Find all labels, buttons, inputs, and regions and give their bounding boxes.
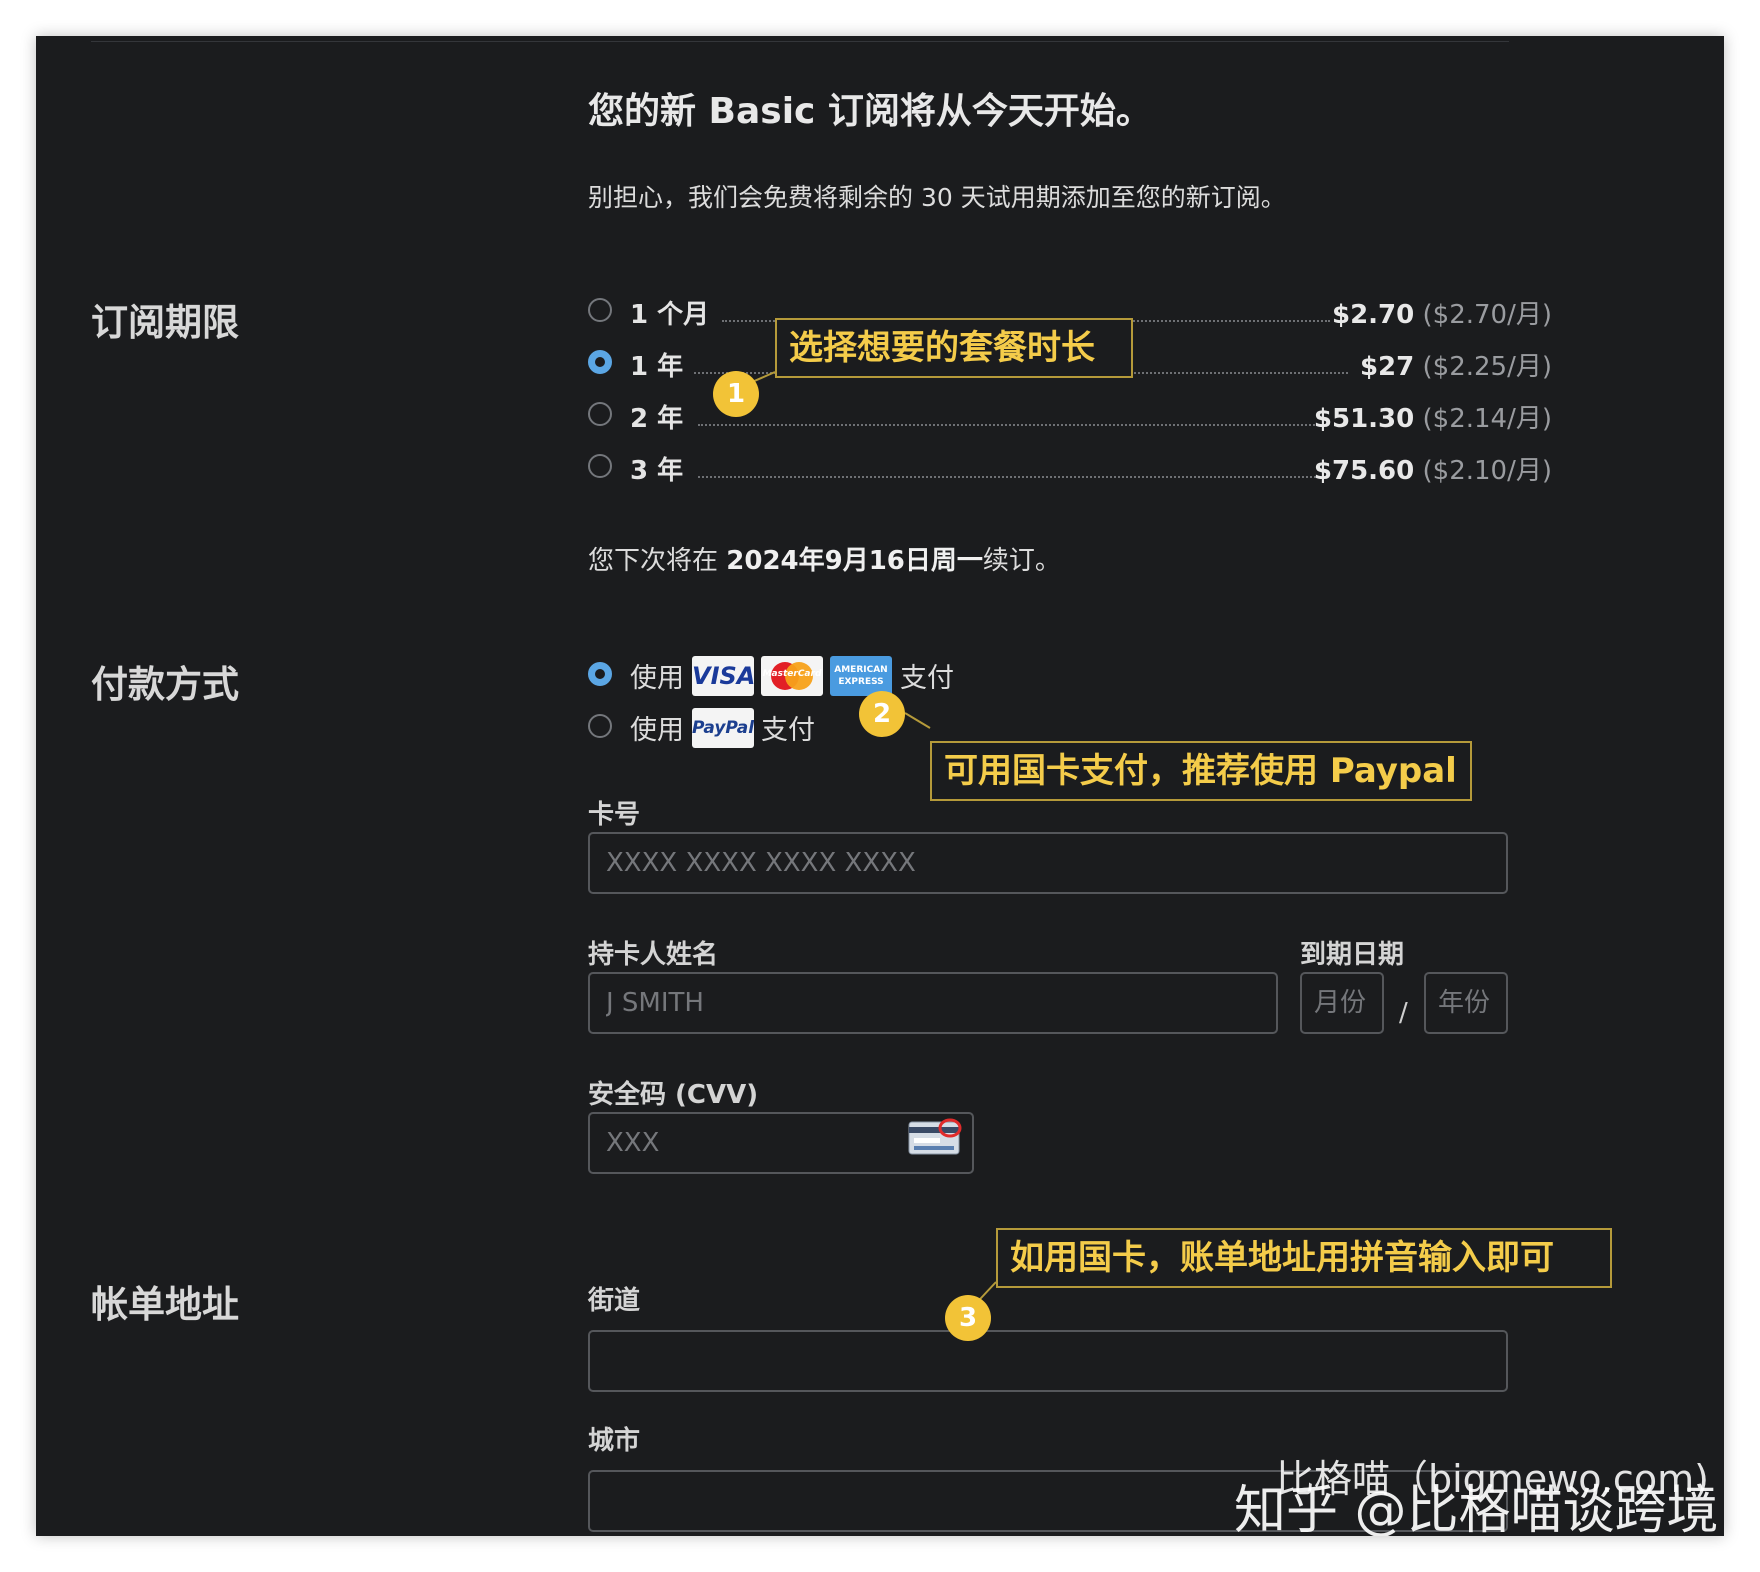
plan-label: 2 年 [630,404,684,434]
payment-radio-card[interactable] [588,662,612,686]
card-cvv-icon [908,1118,962,1155]
annotation-badge-1: 1 [713,371,759,417]
cardholder-label: 持卡人姓名 [588,940,719,970]
city-label: 城市 [588,1426,641,1456]
plan-label: 1 年 [630,352,684,382]
expiry-label: 到期日期 [1300,940,1405,970]
plan-radio-1-month[interactable] [588,298,612,322]
paypal-logo-icon: PayPal [692,708,754,748]
cardholder-input[interactable] [588,972,1278,1034]
top-divider [91,41,1509,42]
plan-price: $75.60 ($2.10/月) [1313,456,1552,486]
street-input[interactable] [588,1330,1508,1392]
amex-logo-icon: AMERICAN EXPRESS [830,656,892,696]
subscription-section-title: 订阅期限 [91,301,239,344]
cvv-label: 安全码 (CVV) [588,1080,759,1110]
dotted-leader [698,424,1322,426]
annotation-callout-1: 选择想要的套餐时长 [775,318,1133,378]
payment-paypal-prefix: 使用 [630,715,684,746]
plan-price: $27 ($2.25/月) [1359,352,1552,382]
dotted-leader [698,476,1316,478]
payment-section-title: 付款方式 [91,663,239,706]
payment-card-prefix: 使用 [630,663,684,694]
annotation-badge-3: 3 [945,1295,991,1341]
expiry-year-input[interactable] [1424,972,1508,1034]
annotation-badge-2: 2 [859,691,905,737]
plan-radio-3-years[interactable] [588,454,612,478]
card-number-label: 卡号 [588,800,641,830]
trial-notice: 别担心，我们会免费将剩余的 30 天试用期添加至您的新订阅。 [588,183,1286,212]
plan-price: $2.70 ($2.70/月) [1332,300,1552,330]
payment-paypal-suffix: 支付 [761,715,815,746]
payment-card-suffix: 支付 [900,663,954,694]
expiry-separator: / [1399,998,1408,1028]
page-title: 您的新 Basic 订阅将从今天开始。 [588,91,1152,132]
annotation-callout-2: 可用国卡支付，推荐使用 Paypal [930,741,1472,801]
plan-label: 1 个月 [630,300,710,330]
plan-label: 3 年 [630,456,684,486]
mastercard-logo-icon: MasterCard [761,656,823,696]
payment-radio-paypal[interactable] [588,714,612,738]
plan-radio-2-years[interactable] [588,402,612,426]
renewal-notice: 您下次将在 2024年9月16日周一续订。 [588,546,1061,576]
visa-logo-icon: VISA [692,656,754,696]
watermark-line-2: 知乎 @比格喵谈跨境 [1234,1481,1719,1536]
card-number-input[interactable] [588,832,1508,894]
street-label: 街道 [588,1286,641,1316]
plan-price: $51.30 ($2.14/月) [1313,404,1552,434]
plan-radio-1-year[interactable] [588,350,612,374]
expiry-month-input[interactable] [1300,972,1384,1034]
checkout-panel: 您的新 Basic 订阅将从今天开始。 别担心，我们会免费将剩余的 30 天试用… [36,36,1724,1536]
annotation-callout-3: 如用国卡，账单地址用拼音输入即可 [996,1228,1612,1288]
billing-section-title: 帐单地址 [91,1283,239,1326]
